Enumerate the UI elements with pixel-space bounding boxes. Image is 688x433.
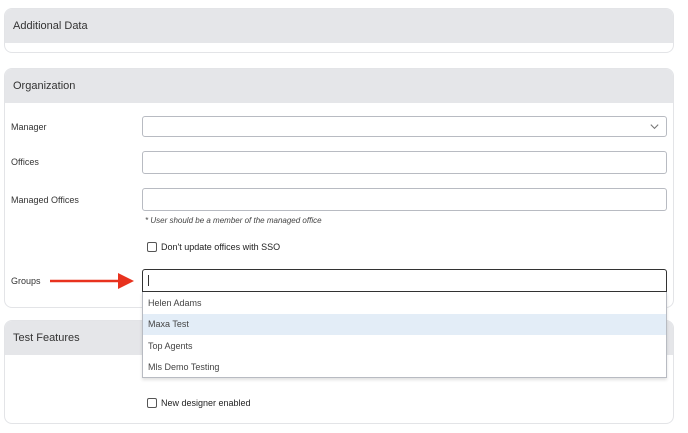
red-arrow-icon: [50, 273, 134, 289]
offices-input[interactable]: [142, 151, 667, 174]
groups-dropdown: Helen Adams Maxa Test Top Agents Mls Dem…: [142, 292, 667, 378]
chevron-down-icon: [650, 124, 659, 130]
additional-data-panel: Additional Data: [4, 8, 674, 53]
groups-label: Groups: [11, 276, 41, 286]
dont-update-sso-label: Don't update offices with SSO: [161, 242, 281, 252]
new-designer-label: New designer enabled: [161, 398, 251, 408]
test-features-title: Test Features: [13, 332, 80, 344]
text-caret: [148, 275, 149, 286]
offices-label: Offices: [11, 157, 39, 167]
manager-label: Manager: [11, 122, 47, 132]
new-designer-checkbox[interactable]: [147, 398, 157, 408]
additional-data-header[interactable]: Additional Data: [5, 9, 673, 43]
groups-option-label: Helen Adams: [148, 297, 202, 308]
groups-option-label: Maxa Test: [148, 319, 189, 330]
managed-offices-label: Managed Offices: [11, 195, 79, 205]
organization-header[interactable]: Organization: [5, 69, 673, 103]
new-designer-row[interactable]: New designer enabled: [147, 398, 251, 408]
groups-option[interactable]: Mls Demo Testing: [143, 357, 666, 379]
groups-option-highlighted[interactable]: Maxa Test: [143, 313, 666, 335]
managed-offices-hint: * User should be a member of the managed…: [145, 216, 322, 225]
organization-title: Organization: [13, 80, 76, 92]
manager-select[interactable]: [142, 116, 667, 137]
groups-option[interactable]: Helen Adams: [143, 292, 666, 314]
groups-option-label: Mls Demo Testing: [148, 362, 220, 373]
groups-option-label: Top Agents: [148, 340, 193, 351]
dont-update-sso-checkbox[interactable]: [147, 242, 157, 252]
managed-offices-input[interactable]: [142, 188, 667, 211]
additional-data-title: Additional Data: [13, 20, 88, 32]
groups-option[interactable]: Top Agents: [143, 335, 666, 357]
groups-input[interactable]: [142, 269, 667, 292]
dont-update-sso-row[interactable]: Don't update offices with SSO: [147, 242, 280, 252]
